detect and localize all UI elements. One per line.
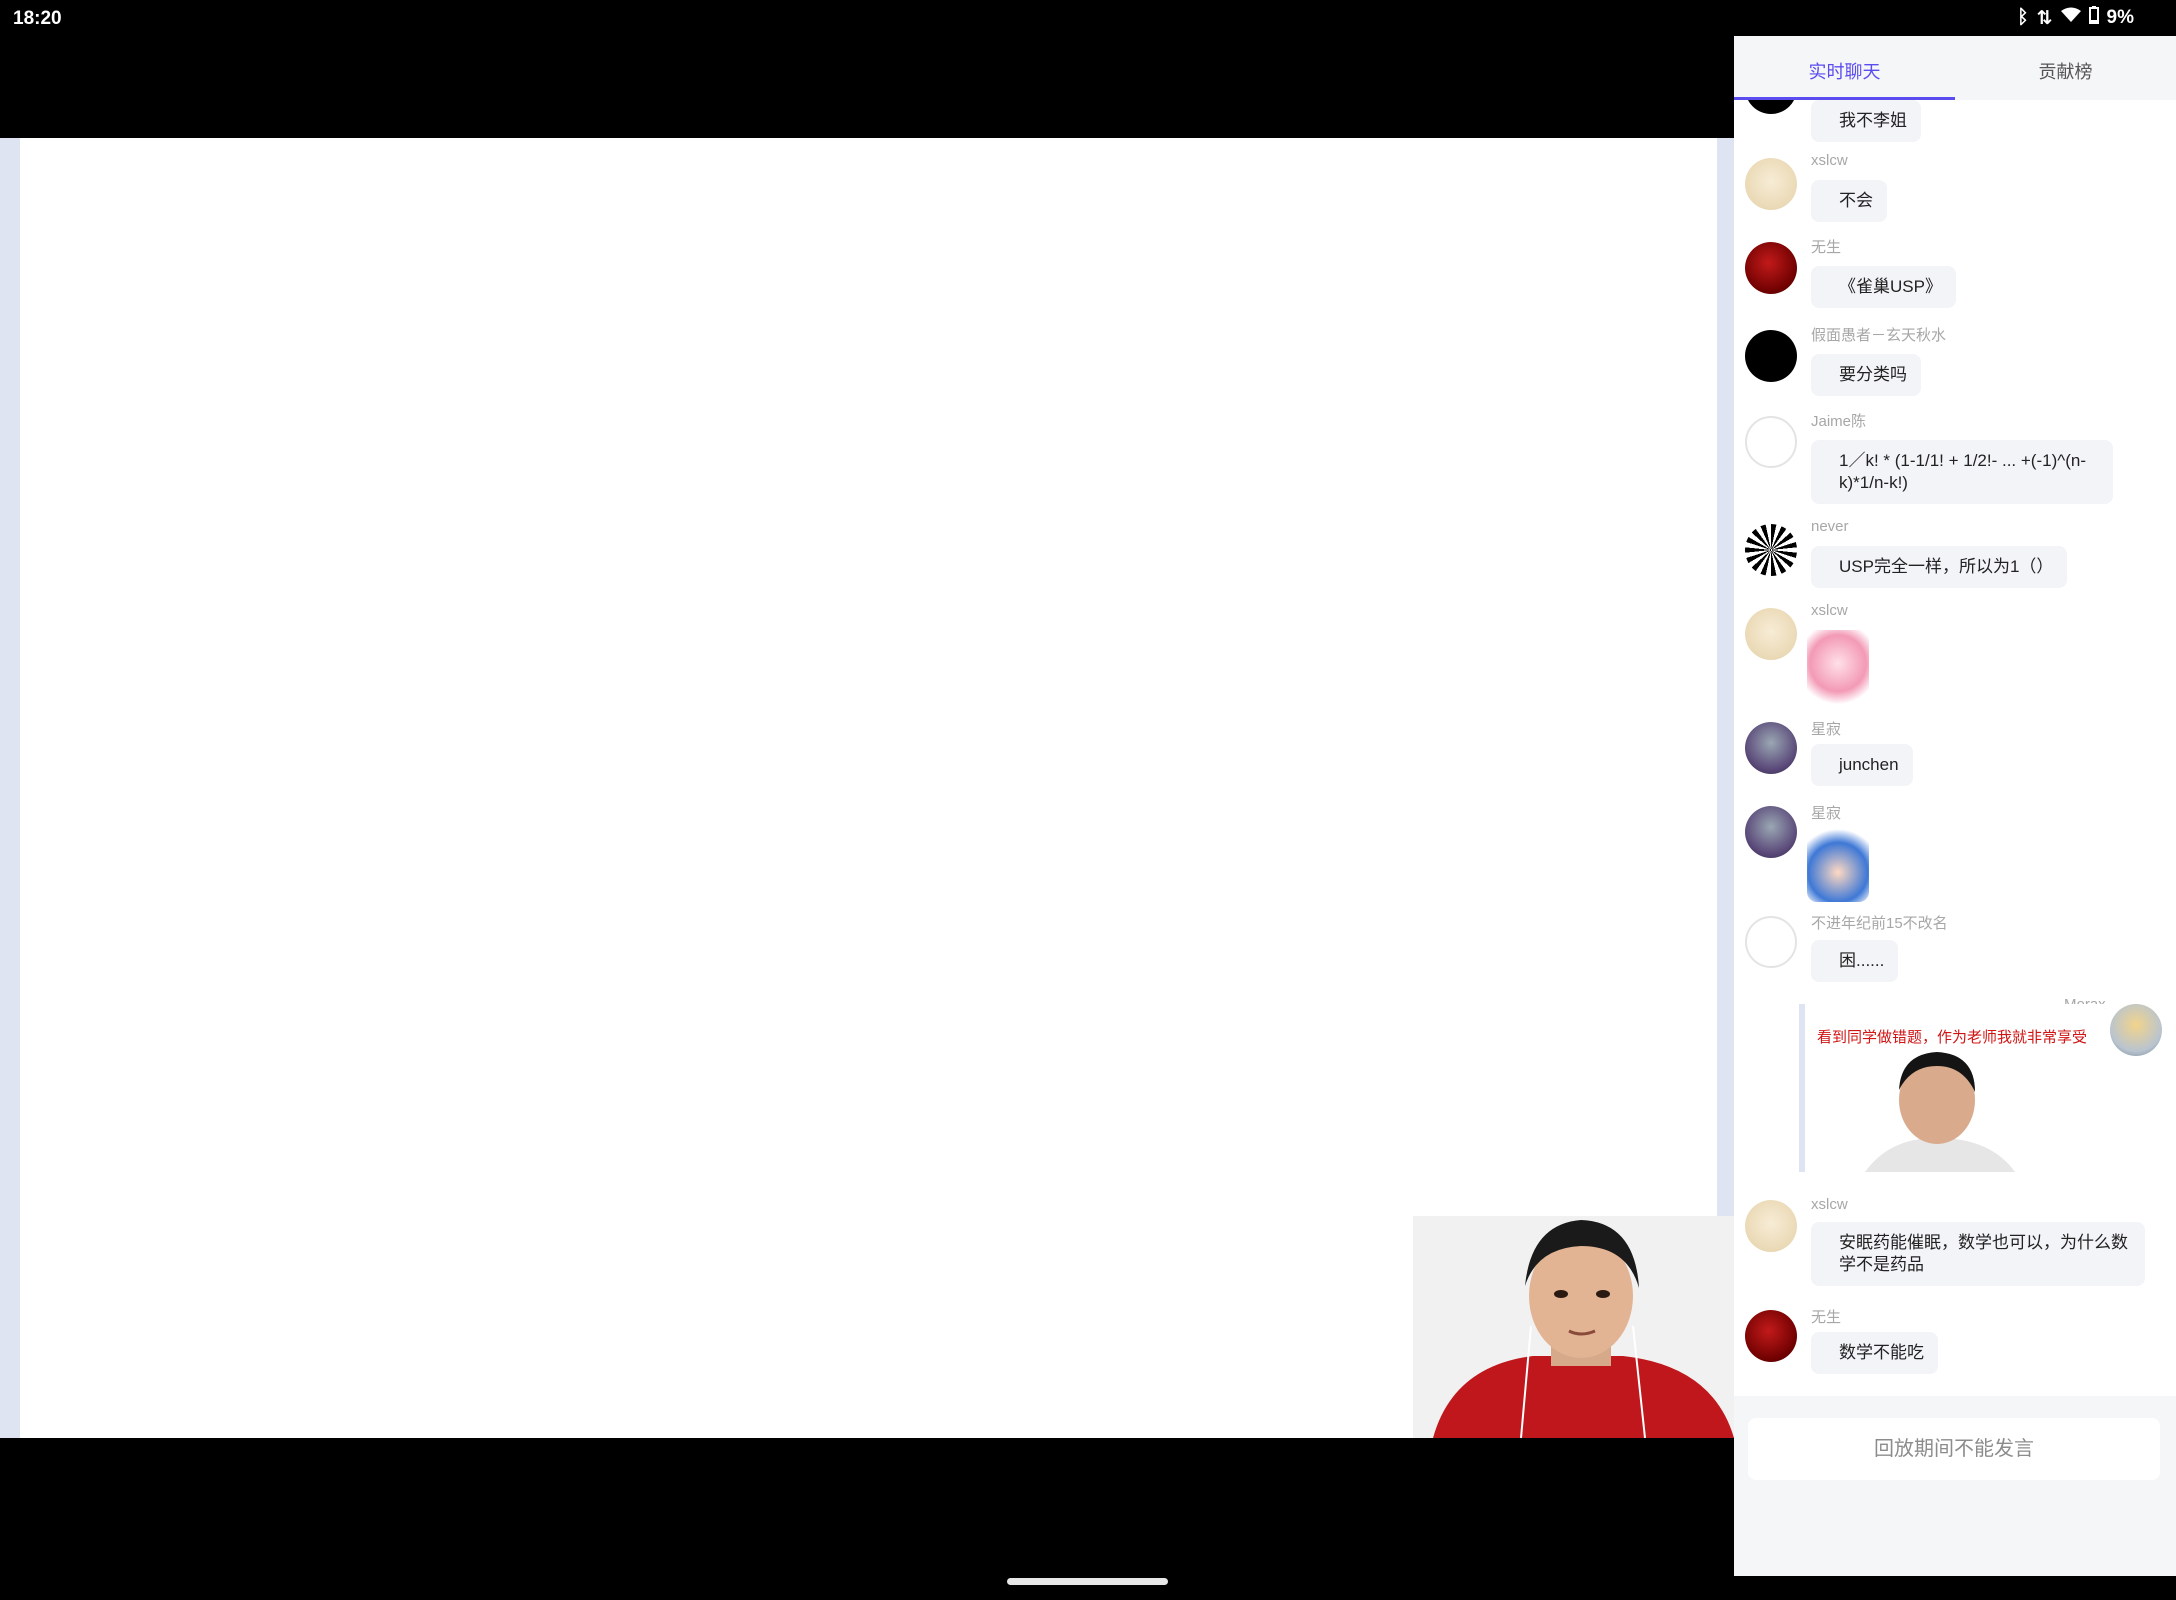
panel-tabs: 实时聊天 贡献榜 (1734, 36, 2176, 100)
black-avatar[interactable] (1745, 100, 1797, 114)
username: xslcw (1811, 1196, 1848, 1213)
username: 无生 (1811, 1309, 1842, 1326)
username: Jaime陈 (1811, 413, 1867, 430)
message-bubble: 《雀巢USP》 (1811, 266, 1956, 308)
blue-hair-laughing-sticker[interactable] (1807, 828, 1869, 902)
status-icons: ᛒ ⇅ 9% (2017, 6, 2134, 30)
message-bubble: 我不李姐 (1811, 100, 1921, 142)
chat-panel: 实时聊天 贡献榜 我不李姐 xslcw 不会 无生 《雀巢USP》 假面愚者－玄… (1734, 36, 2176, 1576)
sketch-avatar[interactable] (1745, 1200, 1797, 1252)
black-avatar[interactable] (1745, 330, 1797, 382)
data-arrows-icon: ⇅ (2036, 7, 2053, 29)
ghost-avatar[interactable] (1745, 416, 1797, 468)
bluetooth-icon: ᛒ (2017, 7, 2029, 28)
message-bubble: 不会 (1811, 180, 1887, 222)
message-bubble: 要分类吗 (1811, 354, 1921, 396)
username: never (1811, 518, 1849, 535)
tab-contribution-rank[interactable]: 贡献榜 (1955, 36, 2176, 100)
username: 星寂 (1811, 805, 1842, 822)
message-bubble: junchen (1811, 744, 1913, 786)
username: 假面愚者－玄天秋水 (1811, 327, 1947, 344)
never-avatar[interactable] (1745, 524, 1797, 576)
red-avatar[interactable] (1745, 1310, 1797, 1362)
battery-percent: 9% (2106, 7, 2134, 28)
status-bar: 18:20 ᛒ ⇅ 9% (0, 0, 2176, 36)
meme-person (1865, 1052, 2015, 1172)
sketch-avatar[interactable] (1745, 608, 1797, 660)
home-indicator[interactable] (1007, 1578, 1168, 1585)
teacher-figure (1413, 1216, 1734, 1438)
purple-avatar[interactable] (1745, 806, 1797, 858)
message-bubble: 困...... (1811, 940, 1899, 982)
message-bubble: USP完全一样，所以为1（） (1811, 546, 2068, 588)
username: xslcw (1811, 602, 1848, 619)
status-time: 18:20 (13, 8, 62, 29)
sketch-avatar[interactable] (1745, 158, 1797, 210)
message-bubble: 安眠药能催眠，数学也可以，为什么数学不是药品 (1811, 1222, 2145, 1286)
username: 无生 (1811, 239, 1842, 256)
username: 不进年纪前15不改名 (1811, 915, 1948, 932)
battery-icon (2088, 6, 2099, 30)
message-bubble: 数学不能吃 (1811, 1332, 1938, 1374)
username: xslcw (1811, 152, 1848, 169)
pink-hair-anime-sticker[interactable] (1807, 630, 1869, 704)
teacher-video[interactable] (1413, 1216, 1734, 1438)
red-avatar[interactable] (1745, 242, 1797, 294)
username: 星寂 (1811, 721, 1842, 738)
purple-avatar[interactable] (1745, 722, 1797, 774)
replay-player[interactable] (0, 138, 1734, 1438)
message-bubble: 1／k! * (1-1/1! + 1/2!- ... +(-1)^(n-k)*1… (1811, 440, 2113, 504)
ghost-avatar[interactable] (1745, 916, 1797, 968)
input-area: 回放期间不能发言 (1734, 1396, 2176, 1576)
chat-list[interactable]: 我不李姐 xslcw 不会 无生 《雀巢USP》 假面愚者－玄天秋水 要分类吗 … (1734, 100, 2176, 1396)
meme-image[interactable]: 看到同学做错题，作为老师我就非常享受 (1799, 1004, 2105, 1172)
chat-input-disabled[interactable]: 回放期间不能发言 (1748, 1418, 2160, 1480)
wifi-icon (2060, 7, 2081, 29)
morax-avatar[interactable] (2110, 1004, 2162, 1056)
tab-live-chat[interactable]: 实时聊天 (1734, 36, 1955, 100)
